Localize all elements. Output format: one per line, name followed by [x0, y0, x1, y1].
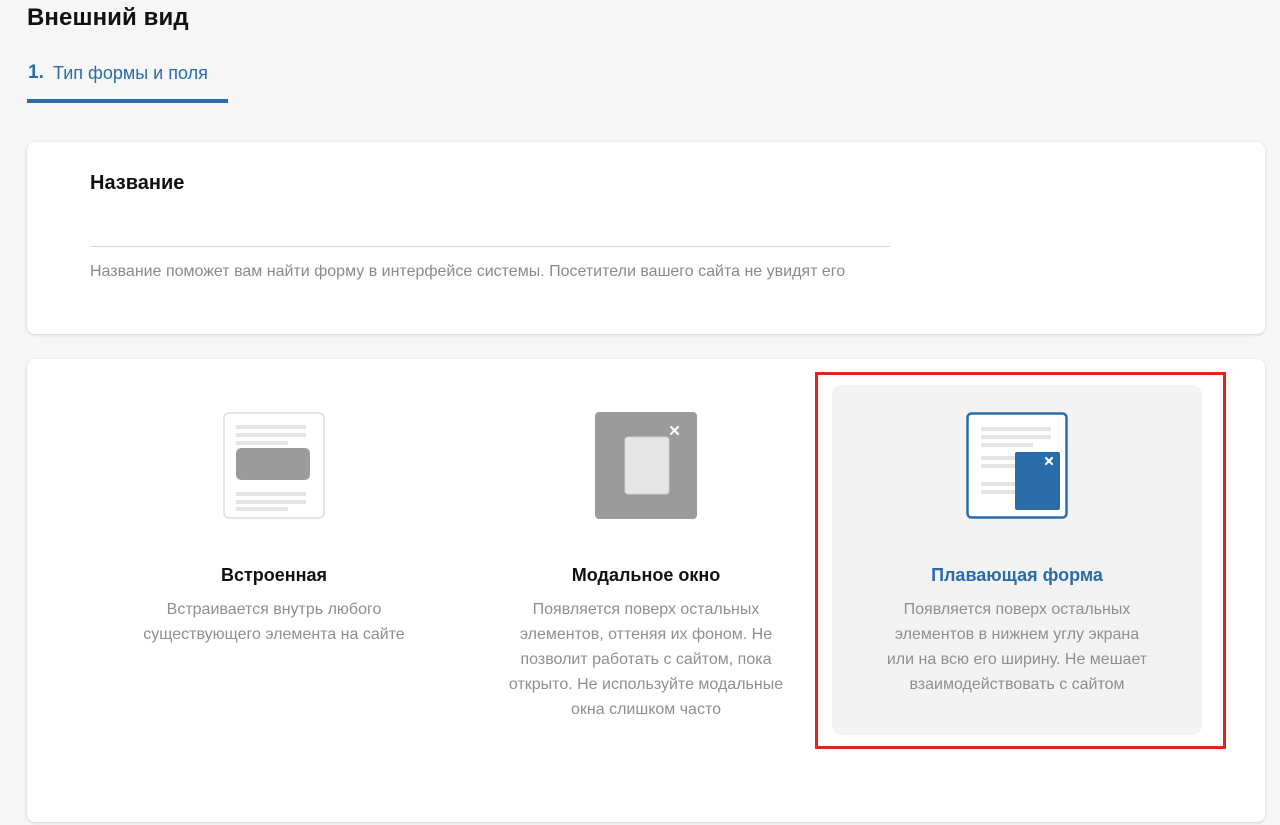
modal-window-icon	[595, 412, 697, 519]
floating-form-icon	[966, 412, 1068, 519]
embedded-form-icon	[223, 412, 325, 519]
appearance-page: Внешний вид 1. Тип формы и поля Название…	[0, 0, 1280, 825]
form-type-card: Встроенная Встраивается внутрь любого су…	[27, 359, 1265, 822]
form-type-description: Появляется поверх остальных элементов в …	[886, 601, 1148, 693]
form-type-title: Встроенная	[220, 565, 328, 585]
name-input[interactable]	[90, 214, 890, 247]
form-type-description: Встраивается внутрь любого существующего…	[143, 601, 405, 643]
form-type-description: Появляется поверх остальных элементов, о…	[508, 601, 784, 718]
form-type-embedded[interactable]: Встроенная Встраивается внутрь любого су…	[89, 385, 459, 735]
form-type-modal[interactable]: Модальное окно Появляется поверх остальн…	[461, 385, 831, 735]
name-hint: Название поможет вам найти форму в интер…	[90, 263, 846, 280]
name-card: Название Название поможет вам найти форм…	[27, 142, 1265, 334]
form-type-title: Плавающая форма	[931, 565, 1103, 585]
page-title: Внешний вид	[27, 4, 189, 31]
form-type-floating[interactable]: Плавающая форма Появляется поверх осталь…	[832, 385, 1202, 735]
step-number: 1.	[28, 62, 44, 83]
tab-form-type-and-fields[interactable]: 1. Тип формы и поля	[27, 58, 228, 103]
name-label: Название	[90, 172, 185, 194]
form-type-title: Модальное окно	[571, 565, 721, 585]
step-label: Тип формы и поля	[53, 63, 208, 83]
